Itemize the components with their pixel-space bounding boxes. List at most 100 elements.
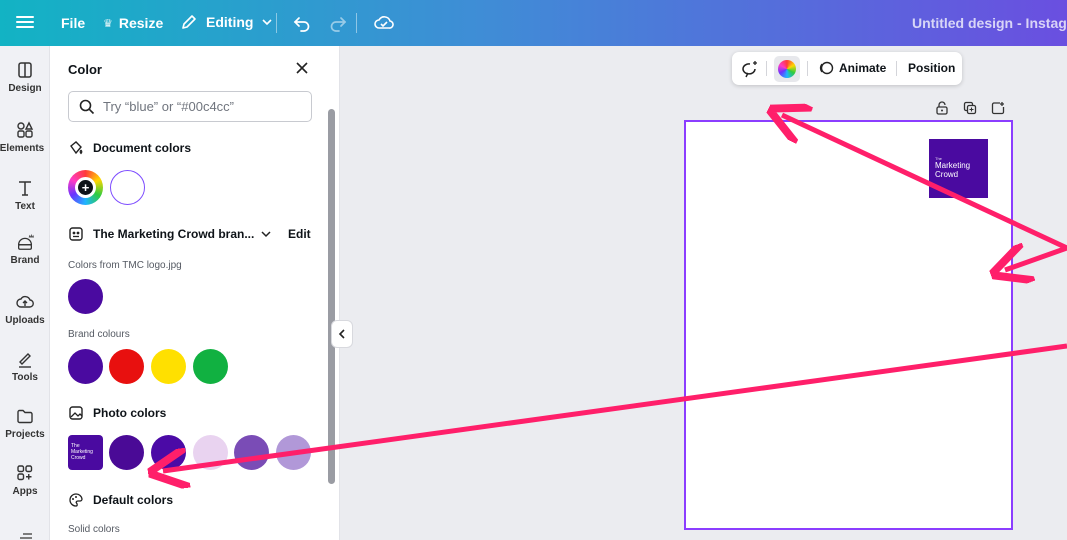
rail-label: Projects	[5, 429, 45, 440]
rail-label: Design	[8, 83, 42, 94]
color-swatch[interactable]	[68, 349, 103, 384]
resize-button[interactable]: ♛ Resize	[103, 15, 163, 31]
rail-label: Elements	[0, 143, 45, 154]
logo-text-line: Crowd	[935, 170, 959, 179]
toolbar-separator	[807, 61, 808, 76]
color-swatch[interactable]	[193, 435, 228, 470]
logo-text-line: Marketing	[935, 161, 971, 170]
rail-item-design[interactable]: Design	[0, 60, 49, 94]
color-swatch[interactable]	[109, 435, 144, 470]
animate-icon	[819, 61, 834, 75]
panel-title: Color	[68, 62, 102, 77]
chevron-down-icon[interactable]	[260, 228, 272, 240]
search-icon	[79, 99, 95, 114]
toolbar-separator	[896, 61, 897, 76]
solid-colors-label: Solid colors	[68, 524, 120, 535]
default-colors-label: Default colors	[93, 493, 174, 507]
elements-icon	[17, 121, 34, 138]
brand-kit-label: The Marketing Crowd bran...	[93, 227, 255, 241]
color-swatch[interactable]	[193, 349, 228, 384]
default-colors-heading: Default colors	[68, 492, 173, 508]
photo-colors-label: Photo colors	[93, 406, 167, 420]
magic-lasso-icon[interactable]	[740, 59, 760, 79]
rail-item-tools[interactable]: Tools	[0, 349, 49, 383]
logo-text-small: The	[935, 156, 942, 161]
crown-icon: ♛	[103, 17, 113, 30]
photo-thumbnail[interactable]: The Marketing Crowd	[68, 435, 103, 470]
apps-icon	[17, 465, 33, 481]
animate-label: Animate	[839, 61, 887, 75]
rail-item-text[interactable]: Text	[0, 178, 49, 212]
color-panel: Color Document colors + The Marketing Cr…	[50, 46, 340, 540]
paint-bucket-icon	[70, 141, 83, 155]
rail-item-brand[interactable]: Brand	[0, 232, 49, 266]
brand-icon	[17, 233, 35, 250]
duplicate-page-icon[interactable]	[963, 101, 977, 115]
color-wheel-icon	[778, 60, 796, 78]
photo-colors-heading: Photo colors	[68, 405, 166, 421]
rail-label: Tools	[12, 372, 38, 383]
rail-item-uploads[interactable]: Uploads	[0, 292, 49, 326]
edit-brand-button[interactable]: Edit	[288, 227, 311, 241]
resize-label: Resize	[118, 15, 164, 31]
toolbar-separator	[766, 61, 767, 76]
color-swatch[interactable]	[151, 349, 186, 384]
animate-button[interactable]: Animate	[818, 60, 886, 76]
text-icon	[19, 181, 31, 196]
rail-label: Text	[15, 201, 35, 212]
color-swatch[interactable]	[68, 279, 103, 314]
logo-colors-label: Colors from TMC logo.jpg	[68, 260, 182, 271]
color-search-input[interactable]	[103, 99, 293, 114]
left-rail: Design Elements Text Brand Uploads Tools…	[0, 46, 50, 540]
rail-item-apps[interactable]: Apps	[0, 463, 49, 497]
document-colors-heading: Document colors	[68, 140, 191, 156]
collapse-panel-button[interactable]	[331, 320, 353, 348]
add-page-icon[interactable]	[991, 101, 1005, 115]
color-swatch[interactable]	[234, 435, 269, 470]
undo-icon[interactable]	[292, 13, 312, 33]
cloud-upload-icon	[16, 295, 34, 308]
design-title[interactable]: Untitled design - Instagram P	[912, 15, 1067, 31]
toolbar-divider	[356, 13, 357, 33]
menu-icon[interactable]	[16, 13, 34, 31]
brand-logo-element[interactable]: The Marketing Crowd	[929, 139, 988, 198]
more-icon[interactable]	[19, 532, 33, 540]
rail-label: Uploads	[5, 315, 45, 326]
rail-label: Brand	[10, 255, 40, 266]
editing-mode-button[interactable]: Editing	[180, 13, 273, 31]
folder-icon	[17, 409, 33, 424]
chevron-down-icon	[262, 19, 273, 26]
chevron-left-icon	[338, 329, 345, 339]
rail-label: Apps	[12, 486, 38, 497]
pencil-icon	[182, 15, 196, 29]
document-colors-label: Document colors	[93, 141, 192, 155]
rail-item-projects[interactable]: Projects	[0, 406, 49, 440]
image-icon	[69, 406, 83, 420]
redo-icon[interactable]	[328, 13, 348, 33]
tools-icon	[19, 353, 31, 368]
editing-label: Editing	[206, 14, 254, 30]
brand-kit-heading[interactable]: The Marketing Crowd bran...	[68, 226, 254, 242]
thumb-text: Crowd	[71, 455, 86, 461]
file-menu-button[interactable]: File	[61, 15, 85, 31]
color-swatch-white[interactable]	[110, 170, 145, 205]
rail-item-elements[interactable]: Elements	[0, 120, 49, 154]
panel-scrollbar[interactable]	[328, 109, 335, 484]
brand-kit-icon	[69, 227, 83, 241]
palette-icon	[69, 493, 83, 507]
brand-colours-label: Brand colours	[68, 329, 130, 340]
color-search-field[interactable]	[68, 91, 312, 122]
lock-icon[interactable]	[935, 101, 949, 115]
add-color-button[interactable]: +	[68, 170, 103, 205]
top-bar: File ♛ Resize Editing Untitled design - …	[0, 0, 1067, 46]
color-swatch[interactable]	[151, 435, 186, 470]
color-swatch[interactable]	[109, 349, 144, 384]
cloud-saved-icon[interactable]	[373, 12, 395, 32]
color-swatch[interactable]	[276, 435, 311, 470]
color-picker-button[interactable]	[774, 56, 800, 82]
toolbar-divider	[276, 13, 277, 33]
close-icon[interactable]	[294, 60, 310, 76]
design-icon	[18, 62, 32, 78]
plus-icon: +	[78, 180, 93, 195]
position-button[interactable]: Position	[908, 61, 955, 75]
